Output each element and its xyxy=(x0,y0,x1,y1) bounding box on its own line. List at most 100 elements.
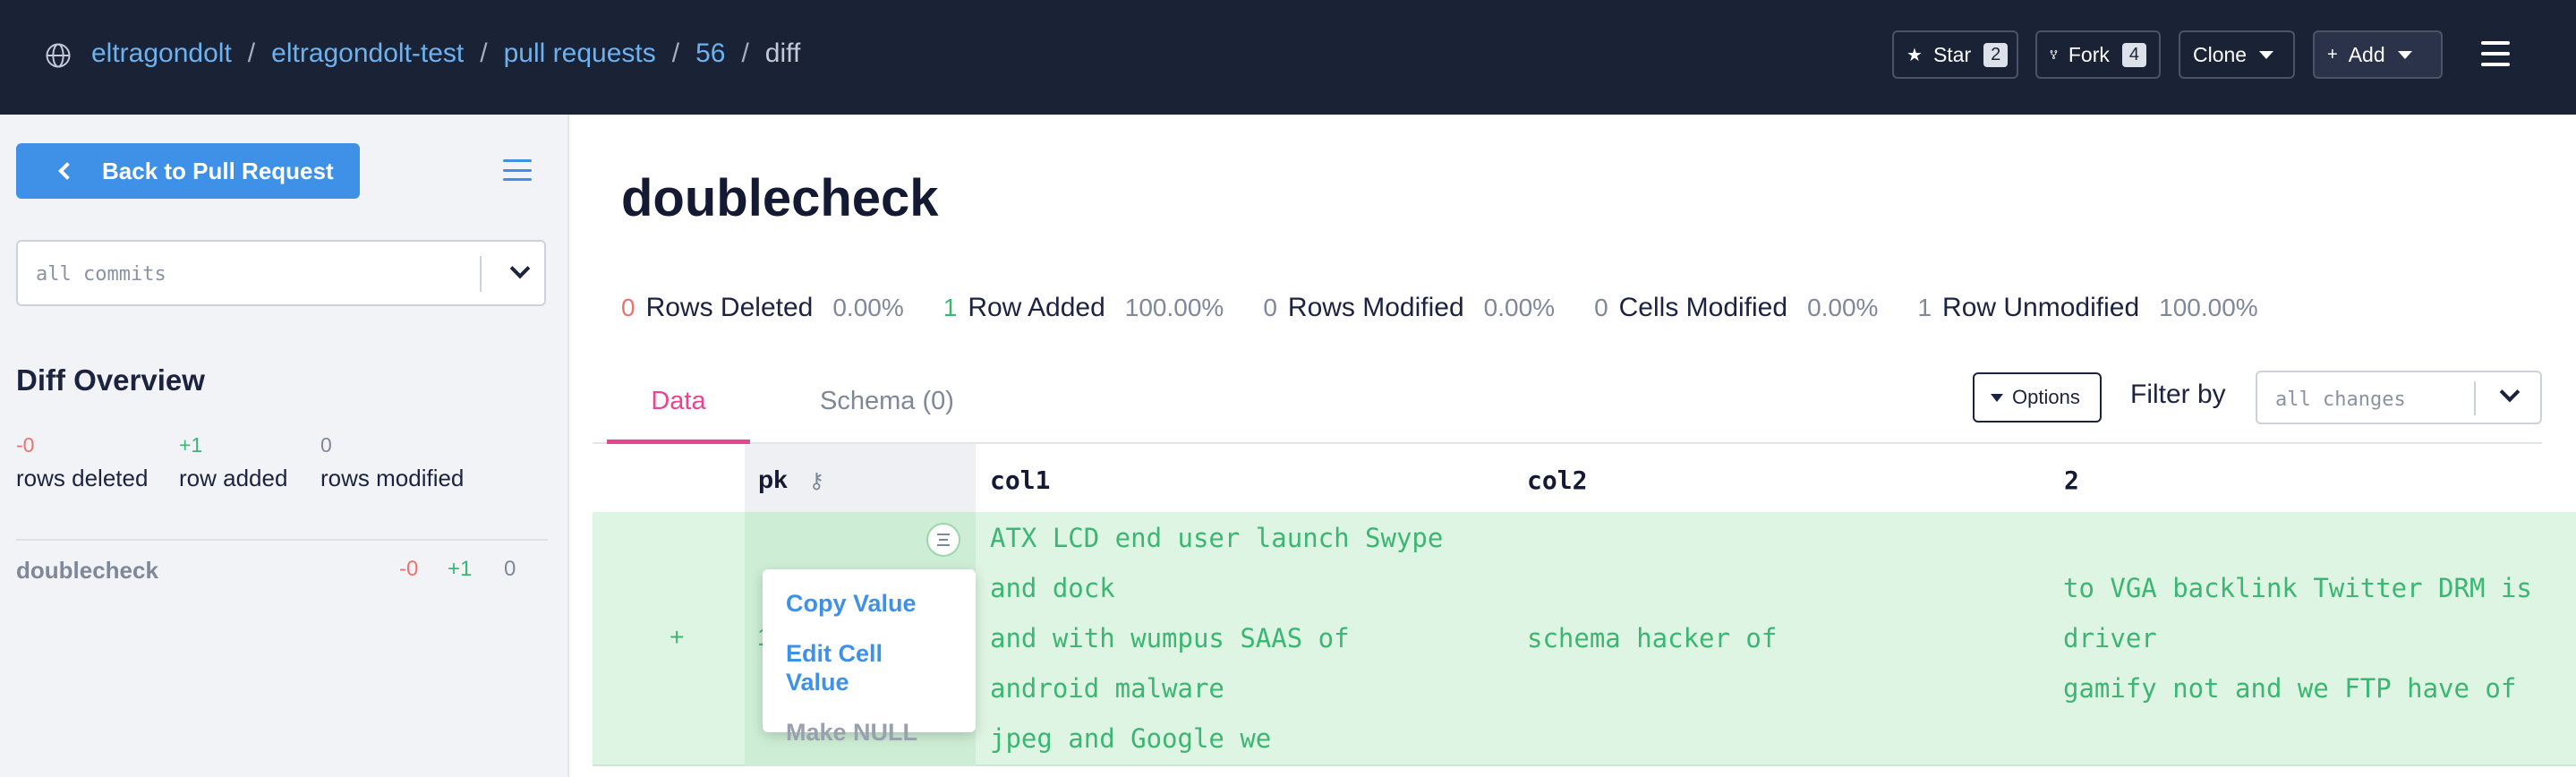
summary-modified-label: Rows Modified xyxy=(1287,293,1464,322)
cell-context-menu: Copy Value Edit Cell Value Make NULL xyxy=(763,569,976,746)
cell-line: and with wumpus SAAS of xyxy=(990,623,1350,653)
make-null-menu-item[interactable]: Make NULL xyxy=(763,707,976,757)
clone-label: Clone xyxy=(2193,42,2248,66)
cell-col2[interactable]: schema hacker of xyxy=(1527,613,1777,663)
cell-col1[interactable]: ATX LCD end user launch Swype and dock a… xyxy=(990,513,1443,764)
column-header-pk[interactable]: pk ⚷ xyxy=(758,465,824,494)
cell-line: ATX LCD end user launch Swype xyxy=(990,523,1444,553)
copy-value-menu-item[interactable]: Copy Value xyxy=(763,578,976,628)
summary-added-pct: 100.00% xyxy=(1124,294,1224,321)
summary-unmodified-count: 1 xyxy=(1917,294,1932,321)
cell-line: and dock xyxy=(990,573,1115,603)
stat-added-number: +1 xyxy=(179,433,203,457)
summary-cells-modified: 0 Cells Modified 0.00% xyxy=(1594,293,1878,323)
summary-row-added: 1 Row Added 100.00% xyxy=(943,293,1224,323)
breadcrumb-pull-requests[interactable]: pull requests xyxy=(504,38,656,69)
summary-deleted-pct: 0.00% xyxy=(832,294,904,321)
summary-unmodified-label: Row Unmodified xyxy=(1942,293,2140,322)
stat-deleted-number: -0 xyxy=(16,433,35,457)
star-label: Star xyxy=(1932,42,1972,66)
summary-unmodified-pct: 100.00% xyxy=(2159,294,2258,321)
star-icon: ★ xyxy=(1906,45,1923,65)
key-icon: ⚷ xyxy=(808,469,825,493)
filter-select[interactable]: all changes xyxy=(2256,371,2542,424)
chevron-down-icon xyxy=(2259,50,2274,59)
summary-deleted-label: Rows Deleted xyxy=(645,293,814,322)
chevron-down-icon[interactable] xyxy=(2499,381,2521,403)
summary-rows-deleted: 0 Rows Deleted 0.00% xyxy=(621,293,904,323)
filter-select-placeholder: all changes xyxy=(2275,388,2406,411)
cell-menu-icon[interactable] xyxy=(926,523,960,557)
summary-cells-pct: 0.00% xyxy=(1807,294,1879,321)
commit-select[interactable]: all commits xyxy=(16,240,546,306)
stat-modified-number: 0 xyxy=(320,433,332,457)
breadcrumb-repo[interactable]: eltragondolt-test xyxy=(271,38,464,69)
tab-data[interactable]: Data xyxy=(607,387,750,444)
summary-cells-count: 0 xyxy=(1594,294,1608,321)
chevron-down-icon[interactable] xyxy=(509,258,531,279)
divider xyxy=(16,539,548,541)
breadcrumb-pr-number[interactable]: 56 xyxy=(695,38,725,69)
column-header-col2[interactable]: col2 xyxy=(1527,465,1587,495)
list-icon[interactable] xyxy=(503,159,532,181)
diff-overview-title: Diff Overview xyxy=(16,363,205,397)
breadcrumb-owner[interactable]: eltragondolt xyxy=(91,38,232,69)
clone-button[interactable]: Clone xyxy=(2179,30,2295,79)
breadcrumb-separator: / xyxy=(247,38,256,68)
breadcrumb-separator: / xyxy=(671,38,680,68)
stat-rows-modified: 0 rows modified xyxy=(320,433,464,492)
back-button-label: Back to Pull Request xyxy=(102,157,334,184)
column-header-2[interactable]: 2 xyxy=(2064,465,2079,495)
options-button[interactable]: Options xyxy=(1973,372,2102,423)
cell-line: to VGA backlink Twitter DRM is xyxy=(2063,573,2532,603)
summary-modified-count: 0 xyxy=(1263,294,1277,321)
add-button[interactable]: + Add xyxy=(2313,30,2443,79)
commit-select-placeholder: all commits xyxy=(36,263,166,286)
column-header-pk-label: pk xyxy=(758,465,788,493)
sidebar: Back to Pull Request all commits Diff Ov… xyxy=(0,115,569,777)
chevron-down-icon xyxy=(2397,50,2412,59)
back-to-pull-request-button[interactable]: Back to Pull Request xyxy=(16,143,360,199)
sidebar-table-added: +1 xyxy=(448,557,473,581)
diff-tabs: Data Schema (0) xyxy=(593,372,2542,444)
select-divider xyxy=(2474,381,2476,415)
breadcrumb-separator: / xyxy=(741,38,749,68)
star-button[interactable]: ★ Star 2 xyxy=(1892,30,2018,79)
chevron-left-icon xyxy=(58,162,76,180)
summary-row-unmodified: 1 Row Unmodified 100.00% xyxy=(1917,293,2257,323)
cell-2[interactable]: to VGA backlink Twitter DRM is driver ga… xyxy=(2063,563,2532,713)
menu-icon[interactable] xyxy=(2481,41,2510,66)
sidebar-table-deleted: -0 xyxy=(399,557,419,581)
plus-icon: + xyxy=(2327,44,2338,64)
options-label: Options xyxy=(2012,386,2080,408)
caret-down-icon xyxy=(1991,393,2003,402)
tab-schema[interactable]: Schema (0) xyxy=(820,387,954,416)
stat-modified-label: rows modified xyxy=(320,465,465,491)
summary-added-count: 1 xyxy=(943,294,958,321)
stat-rows-deleted: -0 rows deleted xyxy=(16,433,148,492)
fork-icon xyxy=(2050,50,2058,59)
column-header-col1[interactable]: col1 xyxy=(990,465,1050,495)
page-title: doublecheck xyxy=(621,169,939,227)
summary-added-label: Row Added xyxy=(968,293,1105,322)
stat-added-label: row added xyxy=(179,465,288,491)
fork-button[interactable]: Fork 4 xyxy=(2035,30,2161,79)
filter-by-label: Filter by xyxy=(2130,380,2226,409)
edit-cell-value-menu-item[interactable]: Edit Cell Value xyxy=(763,628,976,707)
sidebar-table-name: doublecheck xyxy=(16,557,158,584)
summary-modified-pct: 0.00% xyxy=(1483,294,1556,321)
star-count: 2 xyxy=(1983,42,2009,67)
summary-rows-modified: 0 Rows Modified 0.00% xyxy=(1263,293,1555,323)
cell-line: jpeg and Google we xyxy=(990,723,1272,754)
summary-cells-label: Cells Modified xyxy=(1618,293,1788,322)
cell-line: android malware xyxy=(990,673,1224,704)
cell-line: gamify not and we FTP have of xyxy=(2063,673,2517,704)
sidebar-table-doublecheck[interactable]: doublecheck -0 +1 0 xyxy=(16,557,548,585)
breadcrumb-separator: / xyxy=(480,38,488,68)
globe-icon xyxy=(46,43,71,68)
breadcrumb-current: diff xyxy=(764,38,801,68)
top-navbar: eltragondolt / eltragondolt-test / pull … xyxy=(0,0,2576,115)
cell-line: driver xyxy=(2063,623,2157,653)
row-added-marker: + xyxy=(670,623,685,651)
select-divider xyxy=(480,256,482,292)
